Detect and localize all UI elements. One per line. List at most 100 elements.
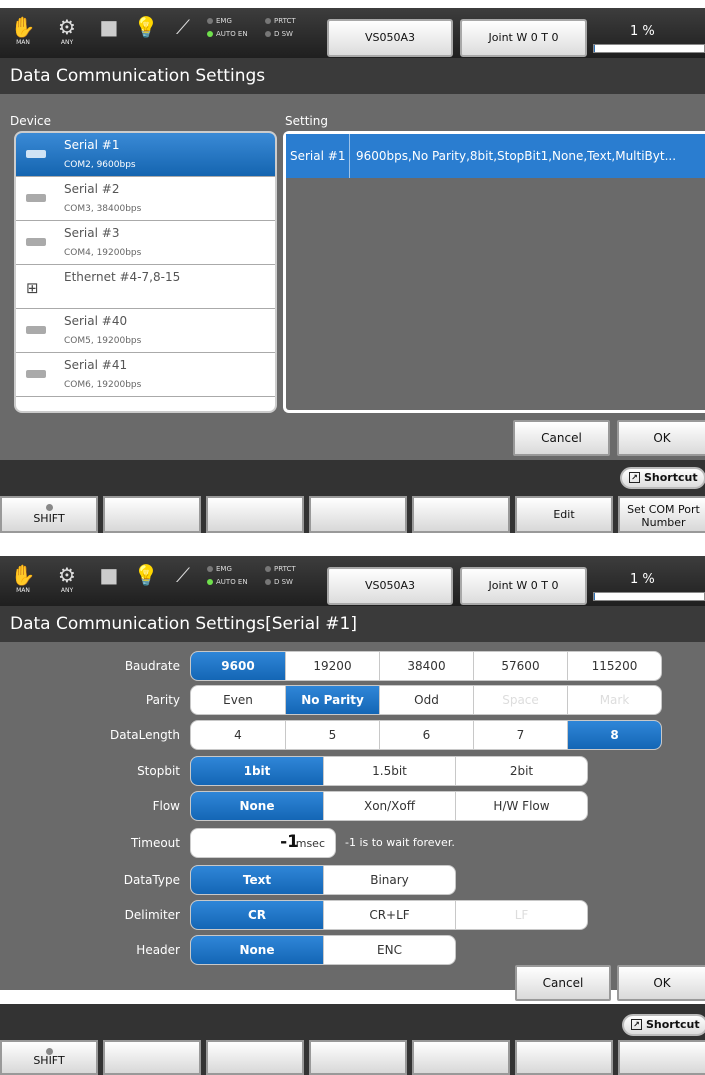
datatype-selector[interactable]: Text Binary	[190, 865, 456, 895]
setting-label: Baudrate	[124, 659, 180, 673]
option-even[interactable]: Even	[191, 686, 285, 714]
option-cr-lf[interactable]: CR+LF	[323, 901, 455, 929]
device-item[interactable]: Serial #3 COM4, 19200bps	[16, 221, 275, 265]
option-6[interactable]: 6	[379, 721, 473, 749]
any-mode-icon[interactable]: ⚙ ANY	[52, 563, 82, 603]
option-57600[interactable]: 57600	[473, 652, 567, 680]
function-key-3[interactable]	[206, 496, 304, 533]
datalength-selector[interactable]: 45678	[190, 720, 662, 750]
option-binary[interactable]: Binary	[323, 866, 455, 894]
speed-bar	[593, 44, 705, 53]
shortcut-button[interactable]: ↗ Shortcut	[622, 1014, 705, 1036]
device-item[interactable]: ⊞ Ethernet #4-7,8-15	[16, 265, 275, 309]
stop-icon[interactable]: ■	[94, 15, 124, 55]
setting-label: Delimiter	[124, 908, 180, 922]
manual-mode-icon[interactable]: ✋ MAN	[8, 15, 38, 55]
option-cr[interactable]: CR	[191, 901, 323, 929]
cancel-button[interactable]: Cancel	[513, 420, 610, 456]
setting-row[interactable]: Serial #1 9600bps,No Parity,8bit,StopBit…	[286, 134, 705, 178]
speed-bar	[593, 592, 705, 601]
option-text[interactable]: Text	[191, 866, 323, 894]
device-item[interactable]: Serial #41 COM6, 19200bps	[16, 353, 275, 397]
option-none[interactable]: None	[191, 936, 323, 964]
robot-model-button[interactable]: VS050A3	[327, 567, 453, 605]
device-name: Ethernet #4-7,8-15	[64, 270, 181, 284]
device-port-info: COM3, 38400bps	[64, 204, 142, 214]
wrench-icon[interactable]: ⟋	[168, 563, 198, 603]
function-key-1[interactable]: SHIFT	[0, 496, 98, 533]
option-2bit[interactable]: 2bit	[455, 757, 587, 785]
joint-mode-button[interactable]: Joint W 0 T 0	[460, 567, 587, 605]
baudrate-selector[interactable]: 9600 19200 38400 57600 115200	[190, 651, 662, 681]
header-selector[interactable]: None ENC	[190, 935, 456, 965]
function-key-2[interactable]	[103, 1040, 201, 1075]
device-port-info: COM4, 19200bps	[64, 248, 142, 258]
function-key-3[interactable]	[206, 1040, 304, 1075]
option-8[interactable]: 8	[567, 721, 661, 749]
option-19200[interactable]: 19200	[285, 652, 379, 680]
device-item[interactable]: Serial #1 COM2, 9600bps	[16, 133, 275, 177]
setting-column-header: Setting	[285, 114, 328, 128]
setting-value: 9600bps,No Parity,8bit,StopBit1,None,Tex…	[356, 149, 677, 163]
ok-button[interactable]: OK	[617, 965, 705, 1001]
function-key-5[interactable]	[412, 496, 510, 533]
device-name: Serial #41	[64, 358, 128, 372]
flow-selector[interactable]: None Xon/Xoff H/W Flow	[190, 791, 588, 821]
option-no-parity[interactable]: No Parity	[285, 686, 379, 714]
device-port-info: COM5, 19200bps	[64, 336, 142, 346]
any-mode-icon[interactable]: ⚙ ANY	[52, 15, 82, 55]
option-h-w-flow[interactable]: H/W Flow	[455, 792, 587, 820]
dsw-led: D SW	[265, 30, 293, 38]
page-title: Data Communication Settings	[0, 58, 705, 94]
delimiter-selector[interactable]: CR CR+LF LF	[190, 900, 588, 930]
light-bulb-icon[interactable]: 💡	[131, 15, 161, 55]
setting-row-header: Header None ENC	[0, 935, 705, 965]
device-item[interactable]: Serial #40 COM5, 19200bps	[16, 309, 275, 353]
option-4[interactable]: 4	[191, 721, 285, 749]
ok-button[interactable]: OK	[617, 420, 705, 456]
device-item[interactable]: Serial #2 COM3, 38400bps	[16, 177, 275, 221]
function-key-5[interactable]	[412, 1040, 510, 1075]
setting-label: DataLength	[109, 728, 180, 742]
function-key-7[interactable]	[618, 1040, 705, 1075]
function-key-7[interactable]: Set COM Port Number	[618, 496, 705, 533]
device-name: Serial #3	[64, 226, 120, 240]
network-icon: ⊞	[26, 279, 39, 297]
option-7[interactable]: 7	[473, 721, 567, 749]
setting-label: DataType	[123, 873, 180, 887]
setting-label: Timeout	[130, 836, 180, 850]
option-1bit[interactable]: 1bit	[191, 757, 323, 785]
device-list[interactable]: Serial #1 COM2, 9600bps Serial #2 COM3, 384…	[14, 131, 277, 413]
stopbit-selector[interactable]: 1bit 1.5bit 2bit	[190, 756, 588, 786]
option-1-5bit[interactable]: 1.5bit	[323, 757, 455, 785]
device-list-screen: ✋ MAN ⚙ ANY ■ 💡 ⟋ EMG PRTCT AUTO EN D SW V…	[0, 0, 705, 533]
light-bulb-icon[interactable]: 💡	[131, 563, 161, 603]
option-none[interactable]: None	[191, 792, 323, 820]
function-key-1[interactable]: SHIFT	[0, 1040, 98, 1075]
function-key-4[interactable]	[309, 496, 407, 533]
shortcut-button[interactable]: ↗ Shortcut	[620, 467, 705, 489]
function-key-6[interactable]	[515, 1040, 613, 1075]
parity-selector[interactable]: Even No Parity Odd Space Mark	[190, 685, 662, 715]
option-odd[interactable]: Odd	[379, 686, 473, 714]
joint-mode-button[interactable]: Joint W 0 T 0	[460, 19, 587, 57]
option-38400[interactable]: 38400	[379, 652, 473, 680]
option-xon-xoff[interactable]: Xon/Xoff	[323, 792, 455, 820]
manual-mode-icon[interactable]: ✋ MAN	[8, 563, 38, 603]
cancel-button[interactable]: Cancel	[515, 965, 611, 1001]
setting-row-baudrate: Baudrate 9600 19200 38400 57600 115200	[0, 651, 705, 681]
option-115200[interactable]: 115200	[567, 652, 661, 680]
function-key-label: Set COM Port Number	[627, 503, 700, 529]
option-9600[interactable]: 9600	[191, 652, 285, 680]
timeout-input[interactable]: -1 msec	[190, 828, 336, 858]
stop-icon[interactable]: ■	[94, 563, 124, 603]
option-5[interactable]: 5	[285, 721, 379, 749]
serial-port-icon	[26, 370, 46, 378]
function-key-2[interactable]	[103, 496, 201, 533]
function-key-6[interactable]: Edit	[515, 496, 613, 533]
robot-model-button[interactable]: VS050A3	[327, 19, 453, 57]
function-key-4[interactable]	[309, 1040, 407, 1075]
wrench-icon[interactable]: ⟋	[168, 15, 198, 55]
page-title: Data Communication Settings[Serial #1]	[0, 606, 705, 642]
option-enc[interactable]: ENC	[323, 936, 455, 964]
